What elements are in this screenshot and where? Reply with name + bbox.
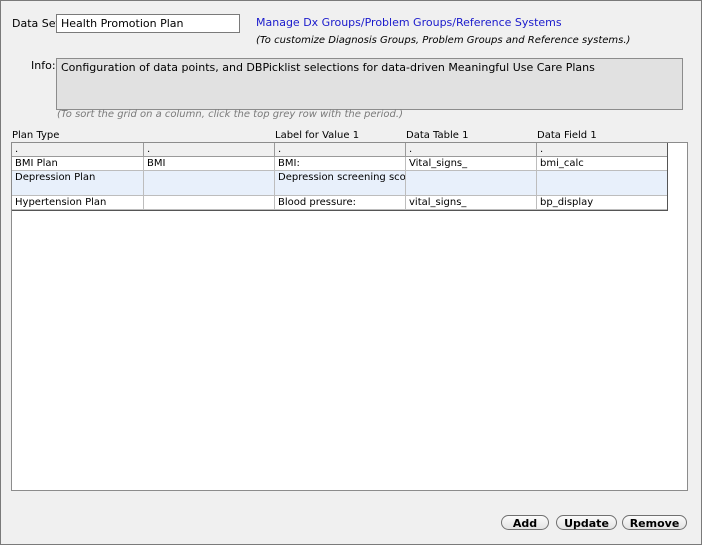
sort-hint: (To sort the grid on a column, click the… — [57, 109, 403, 120]
cell-label-value-1[interactable]: Depression screening score: — [275, 171, 406, 196]
manage-groups-link[interactable]: Manage Dx Groups/Problem Groups/Referenc… — [256, 16, 562, 29]
cell-label-value-1[interactable]: BMI: — [275, 157, 406, 171]
column-header-label-value-1: Label for Value 1 — [275, 130, 360, 141]
care-plan-grid[interactable]: . . . . . BMI Plan BMI BMI: Vital_signs_… — [11, 142, 688, 491]
sort-cell-label-value-1[interactable]: . — [275, 143, 406, 157]
remove-button[interactable]: Remove — [622, 515, 687, 530]
sort-cell-plan-type[interactable]: . — [12, 143, 144, 157]
dataset-input[interactable]: Health Promotion Plan — [56, 14, 240, 33]
update-button[interactable]: Update — [556, 515, 617, 530]
cell-plan-type[interactable]: Depression Plan — [12, 171, 144, 196]
column-header-data-field-1: Data Field 1 — [537, 130, 597, 141]
care-plan-config-window: Data Set: Health Promotion Plan Manage D… — [0, 0, 702, 545]
cell-data-table-1[interactable] — [406, 171, 537, 196]
manage-groups-hint: (To customize Diagnosis Groups, Problem … — [256, 35, 631, 46]
cell-plan-type[interactable]: Hypertension Plan — [12, 196, 144, 210]
cell-short-name[interactable] — [144, 196, 275, 210]
info-label: Info: — [31, 59, 56, 72]
column-header-plan-type: Plan Type — [12, 130, 60, 141]
cell-data-field-1[interactable]: bp_display — [537, 196, 668, 210]
cell-short-name[interactable]: BMI — [144, 157, 275, 171]
cell-data-field-1[interactable] — [537, 171, 668, 196]
cell-short-name[interactable] — [144, 171, 275, 196]
cell-data-table-1[interactable]: Vital_signs_ — [406, 157, 537, 171]
sort-cell-short-name[interactable]: . — [144, 143, 275, 157]
cell-label-value-1[interactable]: Blood pressure: — [275, 196, 406, 210]
cell-plan-type[interactable]: BMI Plan — [12, 157, 144, 171]
cell-data-table-1[interactable]: vital_signs_ — [406, 196, 537, 210]
column-header-data-table-1: Data Table 1 — [406, 130, 469, 141]
cell-data-field-1[interactable]: bmi_calc — [537, 157, 668, 171]
add-button[interactable]: Add — [501, 515, 549, 530]
info-textbox[interactable]: Configuration of data points, and DBPick… — [56, 58, 683, 110]
sort-cell-data-table-1[interactable]: . — [406, 143, 537, 157]
sort-cell-data-field-1[interactable]: . — [537, 143, 668, 157]
